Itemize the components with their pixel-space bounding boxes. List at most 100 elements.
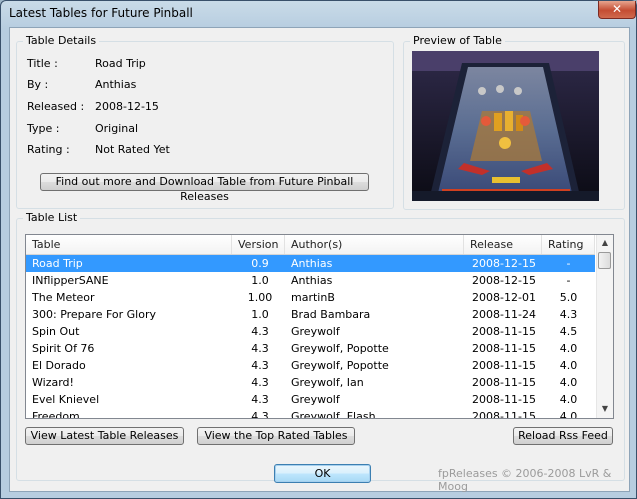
type-label: Type : — [27, 122, 60, 135]
type-value: Original — [95, 122, 139, 135]
row-release-date: 2008-11-24 — [472, 308, 536, 321]
row-version: 4.3 — [251, 325, 269, 338]
rating-value: Not Rated Yet — [95, 143, 170, 156]
row-author: Greywolf — [291, 393, 340, 406]
row-version: 1.0 — [251, 308, 269, 321]
table-row[interactable]: Freedom 4.3 Greywolf, Flash 2008-11-15 4… — [26, 408, 595, 419]
title-label: Title : — [27, 57, 58, 70]
table-row[interactable]: Road Trip 0.9 Anthias 2008-12-15 - — [26, 255, 595, 272]
table-row[interactable]: Wizard! 4.3 Greywolf, Ian 2008-11-15 4.0 — [26, 374, 595, 391]
row-author: Greywolf, Popotte — [291, 359, 389, 372]
table-preview-image — [412, 51, 599, 201]
row-author: Brad Bambara — [291, 308, 371, 321]
row-table-name: Freedom — [32, 410, 80, 419]
by-value: Anthias — [95, 78, 137, 91]
row-author: Greywolf — [291, 325, 340, 338]
scroll-thumb[interactable] — [598, 252, 611, 269]
row-release-date: 2008-12-15 — [472, 257, 536, 270]
row-rating: 4.0 — [559, 359, 578, 372]
row-author: Greywolf, Flash — [291, 410, 376, 419]
table-row[interactable]: 300: Prepare For Glory 1.0 Brad Bambara … — [26, 306, 595, 323]
row-release-date: 2008-12-01 — [472, 291, 536, 304]
row-rating: 4.0 — [559, 376, 578, 389]
table-row[interactable]: Spirit Of 76 4.3 Greywolf, Popotte 2008-… — [26, 340, 595, 357]
row-author: Greywolf, Ian — [291, 376, 364, 389]
released-value: 2008-12-15 — [95, 100, 159, 113]
table-row[interactable]: Evel Knievel 4.3 Greywolf 2008-11-15 4.0 — [26, 391, 595, 408]
released-label: Released : — [27, 100, 85, 113]
row-table-name: Spin Out — [32, 325, 80, 338]
preview-group: Preview of Table — [403, 34, 625, 210]
row-release-date: 2008-11-15 — [472, 410, 536, 419]
row-author: martinB — [291, 291, 335, 304]
row-version: 4.3 — [251, 376, 269, 389]
row-author: Anthias — [291, 257, 333, 270]
reload-rss-feed-button[interactable]: Reload Rss Feed — [513, 427, 613, 445]
dialog-client-area: Table Details Title : Road Trip By : Ant… — [9, 27, 630, 493]
tables-listview[interactable]: Table Version Author(s) Release Date Rat… — [25, 234, 614, 419]
row-release-date: 2008-11-15 — [472, 376, 536, 389]
close-button[interactable]: ✕ — [598, 1, 636, 19]
scroll-down-icon[interactable]: ▼ — [597, 401, 613, 417]
table-row[interactable]: El Dorado 4.3 Greywolf, Popotte 2008-11-… — [26, 357, 595, 374]
row-rating: 4.0 — [559, 410, 578, 419]
by-label: By : — [27, 78, 49, 91]
row-rating: - — [566, 257, 571, 270]
column-header-rating[interactable]: Rating — [542, 235, 595, 254]
row-table-name: The Meteor — [32, 291, 95, 304]
row-release-date: 2008-12-15 — [472, 274, 536, 287]
table-row[interactable]: INflipperSANE 1.0 Anthias 2008-12-15 - — [26, 272, 595, 289]
row-rating: 4.0 — [559, 342, 578, 355]
title-bar[interactable]: Latest Tables for Future Pinball ✕ — [1, 1, 636, 27]
row-table-name: Spirit Of 76 — [32, 342, 95, 355]
column-header-table[interactable]: Table — [26, 235, 232, 254]
row-rating: - — [566, 274, 571, 287]
ok-button[interactable]: OK — [274, 464, 371, 483]
table-row[interactable]: Spin Out 4.3 Greywolf 2008-11-15 4.5 — [26, 323, 595, 340]
preview-label: Preview of Table — [410, 34, 505, 47]
footer-credit: fpReleases © 2006-2008 LvR & Moog — [438, 467, 612, 493]
column-header-release-date[interactable]: Release Date — [464, 235, 542, 270]
row-version: 4.3 — [251, 342, 269, 355]
list-rows: Road Trip 0.9 Anthias 2008-12-15 - INfli… — [26, 255, 595, 419]
row-table-name: Road Trip — [32, 257, 83, 270]
row-rating: 5.0 — [559, 291, 578, 304]
table-details-group: Table Details Title : Road Trip By : Ant… — [16, 34, 394, 209]
row-version: 4.3 — [251, 359, 269, 372]
row-rating: 4.3 — [559, 308, 578, 321]
row-author: Anthias — [291, 274, 333, 287]
row-release-date: 2008-11-15 — [472, 393, 536, 406]
view-latest-releases-button[interactable]: View Latest Table Releases — [25, 427, 184, 445]
row-rating: 4.0 — [559, 393, 578, 406]
row-table-name: 300: Prepare For Glory — [32, 308, 156, 321]
window-title: Latest Tables for Future Pinball — [9, 6, 193, 20]
row-version: 0.9 — [251, 257, 269, 270]
row-release-date: 2008-11-15 — [472, 342, 536, 355]
scroll-up-icon[interactable]: ▲ — [597, 235, 613, 251]
row-version: 1.0 — [251, 274, 269, 287]
row-version: 4.3 — [251, 393, 269, 406]
table-list-label: Table List — [23, 211, 81, 224]
title-value: Road Trip — [95, 57, 146, 70]
table-details-label: Table Details — [23, 34, 100, 47]
table-list-group: Table List Table Version Author(s) Relea… — [16, 211, 625, 481]
column-header-version[interactable]: Version — [232, 235, 285, 254]
row-version: 1.00 — [247, 291, 273, 304]
app-window: Latest Tables for Future Pinball ✕ Table… — [0, 0, 637, 499]
row-table-name: Wizard! — [32, 376, 74, 389]
list-header: Table Version Author(s) Release Date Rat… — [26, 235, 595, 270]
table-row[interactable]: The Meteor 1.00 martinB 2008-12-01 5.0 — [26, 289, 595, 306]
list-scrollbar[interactable]: ▲ ▼ — [596, 235, 613, 418]
view-top-rated-button[interactable]: View the Top Rated Tables — [197, 427, 355, 445]
row-release-date: 2008-11-15 — [472, 325, 536, 338]
row-rating: 4.5 — [559, 325, 578, 338]
find-download-button[interactable]: Find out more and Download Table from Fu… — [40, 173, 369, 203]
row-version: 4.3 — [251, 410, 269, 419]
rating-label: Rating : — [27, 143, 70, 156]
row-release-date: 2008-11-15 — [472, 359, 536, 372]
row-table-name: INflipperSANE — [32, 274, 109, 287]
row-table-name: Evel Knievel — [32, 393, 100, 406]
row-author: Greywolf, Popotte — [291, 342, 389, 355]
row-table-name: El Dorado — [32, 359, 86, 372]
column-header-authors[interactable]: Author(s) — [285, 235, 464, 254]
